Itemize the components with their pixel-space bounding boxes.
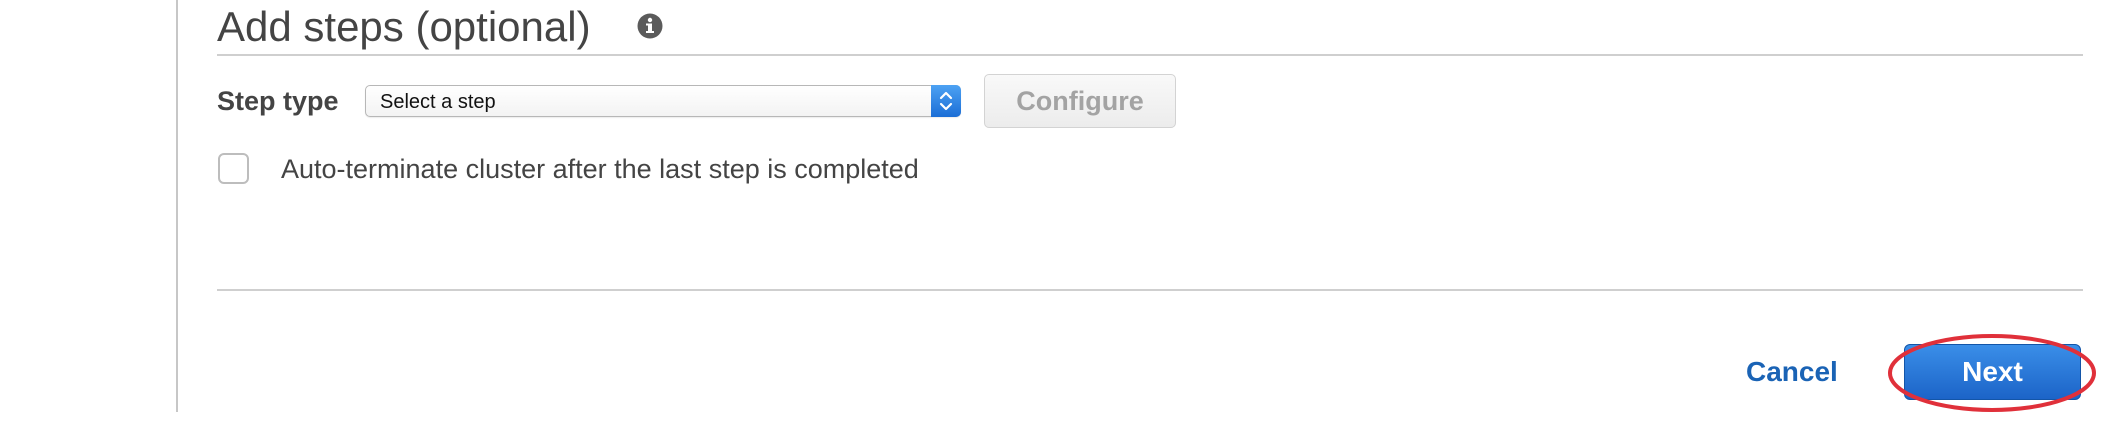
- section-header: Add steps (optional): [217, 0, 2083, 56]
- section-title: Add steps (optional): [217, 3, 591, 50]
- configure-button[interactable]: Configure: [984, 74, 1176, 128]
- step-type-select-value: Select a step: [380, 91, 496, 113]
- auto-terminate-checkbox[interactable]: [218, 153, 249, 184]
- select-arrows-icon[interactable]: [931, 85, 961, 117]
- step-type-select[interactable]: Select a step: [365, 85, 961, 117]
- left-border-line: [176, 0, 178, 412]
- footer-divider: [217, 289, 2083, 291]
- info-icon[interactable]: [637, 13, 663, 39]
- step-type-label: Step type: [217, 86, 339, 116]
- emr-add-steps-panel: Add steps (optional) Step type Select a …: [0, 0, 2104, 422]
- auto-terminate-label[interactable]: Auto-terminate cluster after the last st…: [281, 152, 919, 186]
- cancel-link[interactable]: Cancel: [1746, 354, 1838, 390]
- next-button[interactable]: Next: [1904, 344, 2081, 400]
